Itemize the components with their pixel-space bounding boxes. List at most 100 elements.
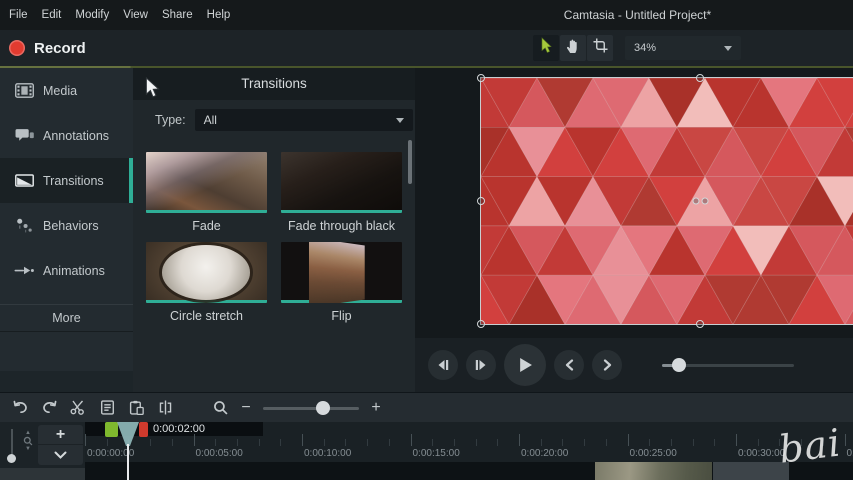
selection-handle-top-mid[interactable] (696, 74, 704, 82)
paste-icon (129, 400, 144, 415)
selection-handle-bottom-left[interactable] (477, 320, 485, 328)
timeline: 0:00:00:000:00:05:000:00:10:000:00:15:00… (0, 422, 853, 480)
slider-knob[interactable] (316, 401, 330, 415)
chevron-down-icon (724, 46, 732, 51)
canvas-zoom-dropdown[interactable]: 34% (625, 36, 741, 60)
menu-modify[interactable]: Modify (75, 9, 109, 21)
slider-track (263, 407, 359, 410)
mouse-cursor-icon (145, 77, 160, 104)
menu-edit[interactable]: Edit (42, 9, 62, 21)
copy-button[interactable] (95, 397, 119, 419)
selection-center-handle[interactable] (693, 198, 700, 205)
selection-rotate-handle[interactable] (702, 198, 709, 205)
selection-handle-mid-left[interactable] (477, 197, 485, 205)
ruler-tick (259, 439, 260, 446)
selection-handle-bottom-mid[interactable] (696, 320, 704, 328)
play-button[interactable] (504, 344, 546, 386)
next-button[interactable] (592, 350, 622, 380)
record-button[interactable]: Record (9, 37, 86, 59)
ruler-tick (411, 434, 412, 446)
sidebar-item-annotations[interactable]: Annotations (0, 113, 133, 158)
next-icon (602, 359, 613, 371)
transition-thumbnail-flip (281, 242, 402, 303)
previous-button[interactable] (554, 350, 584, 380)
ruler-tick (584, 439, 585, 446)
track-height-slider-knob[interactable] (7, 454, 16, 463)
ruler-tick (736, 434, 737, 446)
ruler-time-label: 0:00:10:00 (304, 448, 351, 459)
playhead-out-handle[interactable] (139, 422, 148, 437)
menu-share[interactable]: Share (162, 9, 193, 21)
ruler-tick (302, 434, 303, 446)
menu-view[interactable]: View (123, 9, 148, 21)
playhead-in-handle[interactable] (105, 422, 118, 437)
track-zoom-mini[interactable]: ▲ ▼ (22, 430, 34, 452)
watermark: bai (777, 422, 844, 472)
magnifier-icon (23, 436, 33, 446)
step-forward-button[interactable] (466, 350, 496, 380)
timeline-zoom-out-button[interactable]: − (237, 399, 255, 417)
timeline-clip[interactable] (713, 462, 789, 480)
type-filter-row: Type: All (133, 106, 415, 134)
undo-button[interactable] (8, 397, 32, 419)
redo-icon (41, 400, 58, 415)
paste-button[interactable] (124, 397, 148, 419)
panel-scrollbar[interactable] (408, 140, 412, 184)
selection-handle-top-left[interactable] (477, 74, 485, 82)
sidebar-item-behaviors[interactable]: Behaviors (0, 203, 133, 248)
timeline-zoom-in-button[interactable]: + (367, 399, 385, 417)
ruler-tick (389, 439, 390, 446)
redo-button[interactable] (37, 397, 61, 419)
ruler-tick (476, 439, 477, 446)
select-tool-button[interactable] (533, 35, 559, 61)
transition-thumbnail-circle-stretch (146, 242, 267, 303)
record-icon (9, 40, 25, 56)
ruler-tick (215, 439, 216, 446)
canvas-viewport (415, 68, 853, 338)
type-dropdown-value: All (204, 113, 396, 127)
timeline-zoom-search-button[interactable] (208, 397, 232, 419)
sidebar-item-more[interactable]: More (0, 304, 133, 332)
thumbnail-accent-bar (146, 210, 267, 213)
crop-icon (593, 38, 608, 58)
ruler-tick (845, 434, 846, 446)
transition-thumbnail-fade (146, 152, 267, 213)
transition-card-fade-through-black[interactable]: Fade through black (281, 152, 402, 233)
playhead-time: 0:00:02:00 (153, 423, 205, 435)
timeline-zoom-slider[interactable] (263, 401, 359, 415)
transitions-grid: Fade Fade through black Circle stretchFlip (146, 152, 402, 323)
split-button[interactable] (153, 397, 177, 419)
ruler-tick (497, 439, 498, 446)
ruler-tick (432, 439, 433, 446)
step-forward-icon (474, 359, 488, 371)
playback-volume-slider[interactable] (662, 358, 794, 372)
chevron-down-icon (396, 118, 404, 123)
add-track-button[interactable]: + (38, 425, 83, 445)
animations-icon (14, 261, 34, 281)
pan-tool-button[interactable] (560, 35, 586, 61)
transition-card-circle-stretch[interactable]: Circle stretch (146, 242, 267, 323)
slider-knob[interactable] (672, 358, 686, 372)
transition-card-fade[interactable]: Fade (146, 152, 267, 233)
record-label: Record (34, 40, 86, 57)
type-dropdown[interactable]: All (195, 109, 413, 131)
menu-help[interactable]: Help (207, 9, 231, 21)
ruler-tick (107, 439, 108, 446)
sidebar-item-animations[interactable]: Animations (0, 248, 133, 293)
sidebar-item-transitions[interactable]: Transitions (0, 158, 133, 203)
crop-tool-button[interactable] (587, 35, 613, 61)
sidebar-item-media[interactable]: Media (0, 68, 133, 113)
camtasia-app: FileEditModifyViewShareHelp Camtasia - U… (0, 0, 853, 480)
timeline-clip-video[interactable] (595, 462, 712, 480)
transition-card-flip[interactable]: Flip (281, 242, 402, 323)
playhead-line[interactable] (127, 444, 129, 480)
cursor-icon (538, 37, 554, 60)
canvas-media[interactable] (481, 78, 853, 324)
step-back-button[interactable] (428, 350, 458, 380)
type-label: Type: (155, 113, 186, 127)
cut-button[interactable] (66, 397, 90, 419)
transition-label: Fade through black (281, 219, 402, 233)
ruler-tick (519, 434, 520, 446)
collapse-tracks-button[interactable] (38, 445, 83, 465)
menu-file[interactable]: File (9, 9, 28, 21)
